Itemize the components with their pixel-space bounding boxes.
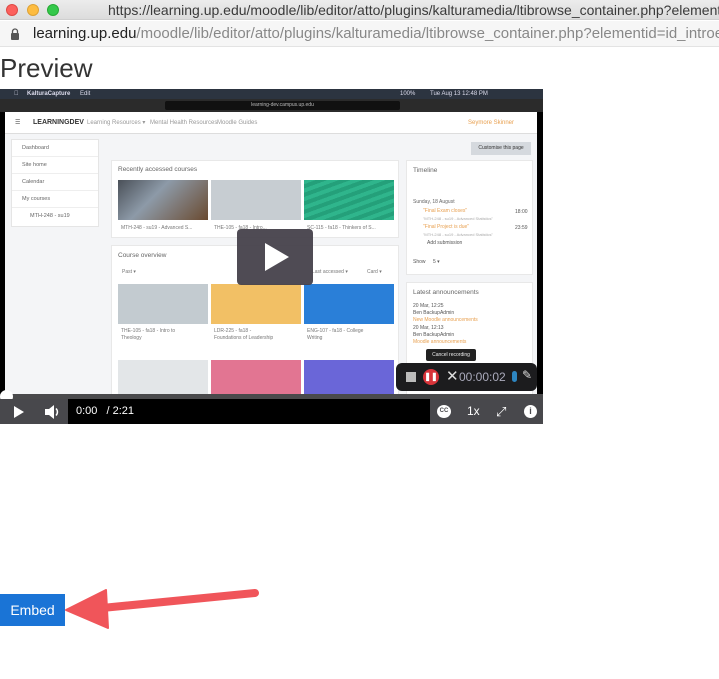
announcement-author: Ben BackupAdmin <box>413 310 455 316</box>
pencil-icon: ✎ <box>522 368 533 382</box>
moodle-user: Seymore Skinner <box>468 120 515 126</box>
close-window-button[interactable] <box>6 4 18 16</box>
course-thumbnail <box>304 180 394 220</box>
info-button[interactable]: i <box>524 405 537 418</box>
playback-speed-button[interactable]: 1x <box>467 399 480 424</box>
moodle-nav-item: Learning Resources ▾ <box>87 120 146 126</box>
video-mac-menubar:  KalturaCapture Edit 100% Tue Aug 13 12… <box>0 89 543 99</box>
hamburger-icon: ☰ <box>15 120 21 126</box>
video-app-name: KalturaCapture <box>27 91 71 97</box>
recording-toolbar: ❚❚ ✕ 00:00:02 ✎ <box>396 363 537 391</box>
cancel-x-icon: ✕ <box>446 368 459 385</box>
play-button[interactable] <box>13 406 25 418</box>
recent-courses-card: Recently accessed courses MTH-248 - su19… <box>111 160 399 238</box>
page-title: Preview <box>0 53 93 83</box>
announcement-author: Ben BackupAdmin <box>413 332 455 338</box>
moodle-nav-item: Mental Health Resources <box>150 120 218 126</box>
window-titlebar: https://learning.up.edu/moodle/lib/edito… <box>0 0 719 20</box>
microphone-icon <box>512 371 517 382</box>
course-thumbnail <box>304 284 394 324</box>
video-mini-url: learning-dev.campus.up.edu <box>165 101 400 110</box>
zoom-window-button[interactable] <box>47 4 59 16</box>
video-menu-edit: Edit <box>80 91 91 97</box>
overview-sort: Last accessed ▾ <box>312 269 348 275</box>
course-caption: THE-105 - fa18 - Intro to Theology <box>121 328 176 341</box>
course-caption: LDR-225 - fa18 - Foundations of Leadersh… <box>214 328 274 341</box>
url-path: /moodle/lib/editor/atto/plugins/kalturam… <box>136 25 719 42</box>
minimize-window-button[interactable] <box>27 4 39 16</box>
controls-left <box>0 399 68 424</box>
timeline-item-time: 18:00 <box>515 209 528 215</box>
url-text: learning.up.edu/moodle/lib/editor/atto/p… <box>33 25 719 42</box>
timeline-item-course: "MTH-248 - su19 - Advanced Statistics" <box>423 216 493 221</box>
add-submission-link: Add submission <box>427 240 463 246</box>
play-overlay-button[interactable] <box>237 229 313 285</box>
announcement-date: 20 Mar, 12:25 <box>413 303 444 309</box>
pause-icon: ❚❚ <box>423 369 439 385</box>
volume-button[interactable] <box>45 405 61 419</box>
closed-captions-button[interactable]: CC <box>437 405 451 418</box>
sidebar-item: My courses <box>12 191 98 208</box>
recent-courses-title: Recently accessed courses <box>118 166 198 173</box>
announcement-title: Moodle announcements <box>413 339 467 345</box>
course-overview-title: Course overview <box>118 252 167 259</box>
announcements-title: Latest announcements <box>413 289 479 296</box>
play-icon <box>265 243 289 271</box>
course-thumbnail <box>211 180 301 220</box>
apple-icon:  <box>14 89 19 99</box>
duration: / 2:21 <box>106 405 135 417</box>
window-title: https://learning.up.edu/moodle/lib/edito… <box>108 2 719 18</box>
player-controls: 0:00 / 2:21 CC 1x ⤢ i <box>0 390 543 424</box>
sidebar-item: Dashboard <box>12 140 98 157</box>
moodle-brand: LEARNINGDEV <box>33 119 84 126</box>
timeline-item-title: "Final Exam closes" <box>423 208 468 214</box>
timeline-item-course: "MTH-248 - su19 - Advanced Statistics" <box>423 232 493 237</box>
announcement-title: New Moodle announcements <box>413 317 478 323</box>
recording-timer: 00:00:02 <box>459 370 506 384</box>
show-label: Show <box>413 259 426 265</box>
course-caption: MTH-248 - su19 - Advanced S... <box>121 225 193 231</box>
course-thumbnail <box>211 284 301 324</box>
sidebar-item: MTH-248 - su19 <box>30 213 70 219</box>
controls-right: CC 1x ⤢ i <box>430 399 543 424</box>
timeline-title: Timeline <box>413 167 438 174</box>
current-time: 0:00 <box>76 405 98 417</box>
course-thumbnail <box>118 284 208 324</box>
sidebar-item: Site home <box>12 157 98 174</box>
embed-button[interactable]: Embed <box>0 594 65 626</box>
timeline-item-title: "Final Project is due" <box>423 224 470 230</box>
moodle-navbar: ☰ LEARNINGDEV Learning Resources ▾ Menta… <box>5 112 537 134</box>
show-select: 5 ▾ <box>433 259 440 265</box>
video-battery: 100% <box>400 91 416 97</box>
customise-page-button: Customise this page <box>471 142 531 155</box>
course-caption: ENG-107 - fa18 - College Writing <box>307 328 364 341</box>
url-host: learning.up.edu <box>33 25 137 42</box>
course-caption: SC-115 - fa18 - Thinkers of S... <box>307 225 376 231</box>
annotation-arrow-icon <box>65 589 259 629</box>
timeline-date: Sunday, 18 August <box>413 199 455 205</box>
timeline-item-time: 23:59 <box>515 225 528 231</box>
video-player[interactable]:  KalturaCapture Edit 100% Tue Aug 13 12… <box>0 89 543 424</box>
moodle-sidebar: Dashboard Site home Calendar My courses … <box>11 139 99 227</box>
address-bar[interactable]: learning.up.edu/moodle/lib/editor/atto/p… <box>0 21 719 47</box>
overview-view: Card ▾ <box>367 269 382 275</box>
moodle-nav-item: Moodle Guides <box>217 120 258 126</box>
course-thumbnail <box>118 180 208 220</box>
cancel-recording-tooltip: Cancel recording <box>426 349 476 361</box>
fullscreen-button[interactable]: ⤢ <box>496 399 506 424</box>
video-clock: Tue Aug 13 12:48 PM <box>430 91 488 97</box>
announcement-date: 20 Mar, 12:13 <box>413 325 444 331</box>
stop-icon <box>406 372 416 382</box>
lock-icon <box>11 28 19 40</box>
time-display: 0:00 / 2:21 <box>68 399 430 424</box>
sidebar-item: Calendar <box>12 174 98 191</box>
overview-filter: Past ▾ <box>122 269 136 275</box>
timeline-card: Timeline Sunday, 18 August "Final Exam c… <box>406 160 533 275</box>
video-browser-chrome: learning-dev.campus.up.edu <box>0 99 543 112</box>
